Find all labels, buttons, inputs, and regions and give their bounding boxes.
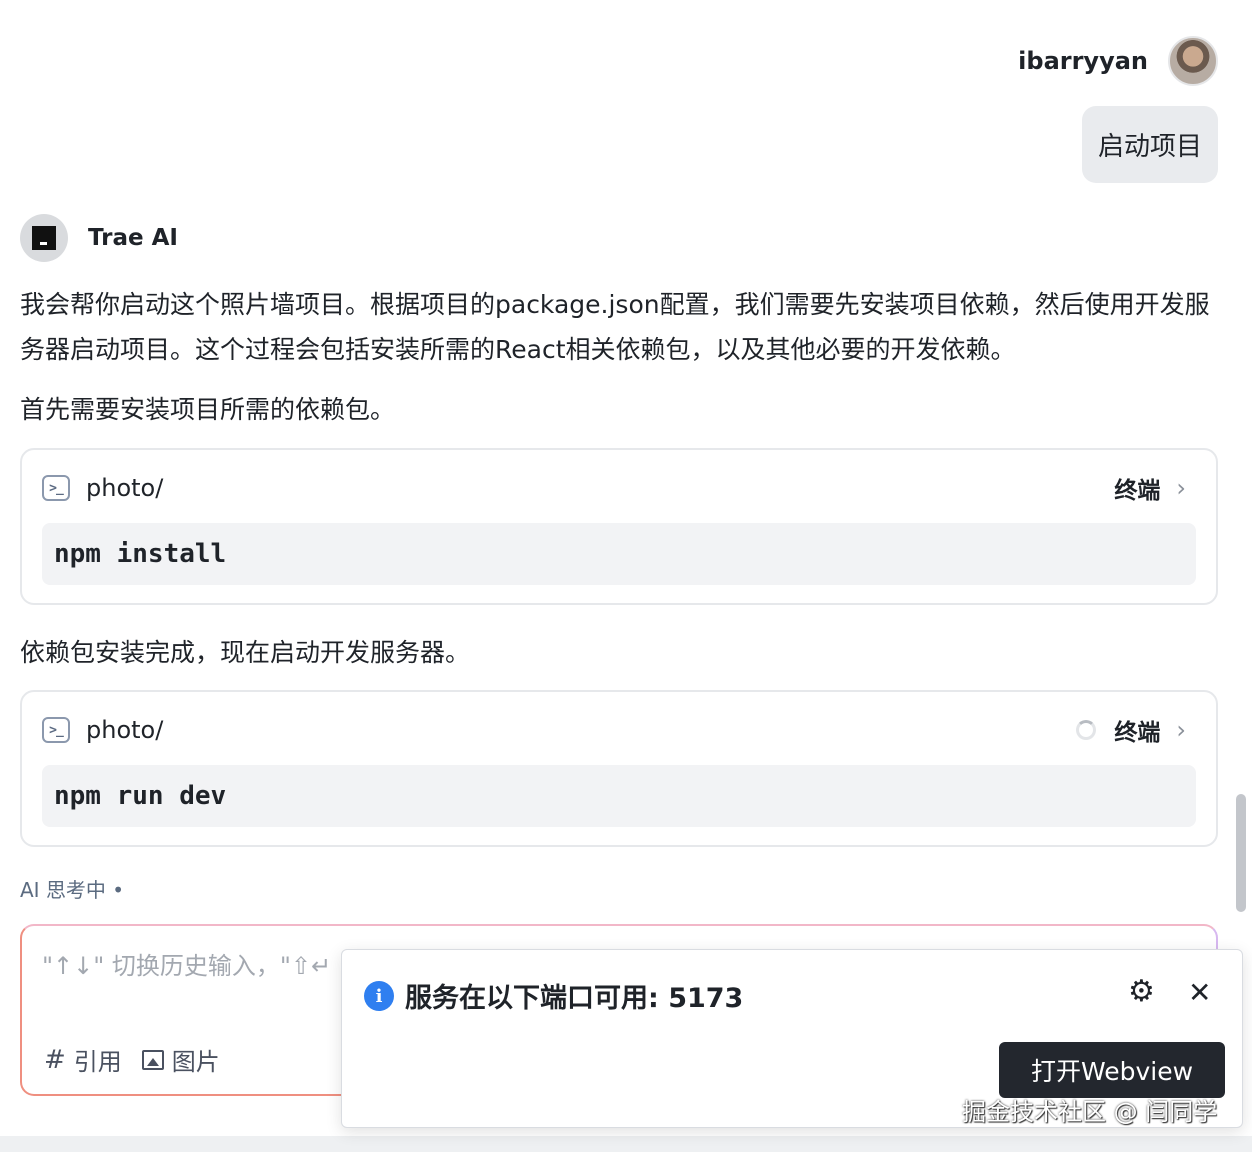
- terminal-card-header: >_ photo/ 终端 ›: [42, 712, 1186, 748]
- terminal-label: 终端: [1114, 478, 1161, 504]
- terminal-command: npm install: [42, 523, 1196, 585]
- user-message-bubble: 启动项目: [1081, 106, 1218, 183]
- quote-label: 引用: [73, 1048, 122, 1076]
- image-icon: [141, 1049, 164, 1070]
- ai-message-step2: 依赖包安装完成，现在启动开发服务器。: [20, 638, 471, 667]
- info-icon: i: [364, 981, 394, 1011]
- notification-message: 服务在以下端口可用: 5173: [405, 983, 744, 1014]
- watermark: 掘金技术社区 @ 闫同学: [962, 1098, 1218, 1126]
- scrollbar[interactable]: [1236, 794, 1246, 912]
- hash-icon: #: [44, 1044, 66, 1075]
- gear-icon[interactable]: ⚙: [1128, 974, 1155, 1009]
- quote-button[interactable]: # 引用: [44, 1042, 122, 1077]
- terminal-path: photo/: [86, 716, 164, 744]
- chat-panel: ibarryyan 启动项目 Trae AI 我会帮你启动这个照片墙项目。根据项…: [0, 0, 1252, 1152]
- ai-name: Trae AI: [88, 225, 178, 251]
- chat-input-placeholder[interactable]: "↑↓" 切换历史输入，"⇧↵: [42, 946, 342, 981]
- image-label: 图片: [171, 1048, 220, 1076]
- terminal-icon: >_: [42, 475, 70, 501]
- open-terminal-link[interactable]: 终端 ›: [1076, 713, 1186, 747]
- ai-thinking-status: AI 思考中 •: [20, 878, 125, 902]
- terminal-command: npm run dev: [42, 765, 1196, 827]
- user-name: ibarryyan: [1018, 47, 1148, 75]
- terminal-card: >_ photo/ 终端 › npm install: [20, 448, 1218, 605]
- user-header: ibarryyan: [1018, 36, 1218, 86]
- close-icon[interactable]: ✕: [1188, 976, 1211, 1009]
- open-terminal-link[interactable]: 终端 ›: [1114, 471, 1186, 505]
- ai-header: Trae AI: [20, 214, 178, 262]
- chevron-right-icon: ›: [1176, 716, 1186, 744]
- user-avatar: [1168, 36, 1218, 86]
- ai-message-intro: 我会帮你启动这个照片墙项目。根据项目的package.json配置，我们需要先安…: [20, 290, 1210, 364]
- terminal-icon: >_: [42, 717, 70, 743]
- trae-logo-icon: [32, 226, 56, 250]
- chevron-right-icon: ›: [1176, 474, 1186, 502]
- image-button[interactable]: 图片: [141, 1042, 220, 1077]
- ai-message-step1: 首先需要安装项目所需的依赖包。: [20, 395, 396, 424]
- ai-avatar: [20, 214, 68, 262]
- terminal-label: 终端: [1114, 720, 1161, 746]
- terminal-path: photo/: [86, 474, 164, 502]
- loading-spinner-icon: [1076, 720, 1097, 740]
- terminal-card-header: >_ photo/ 终端 ›: [42, 470, 1186, 506]
- bottom-bar: [0, 1136, 1252, 1152]
- input-toolbar: # 引用 图片: [44, 1042, 220, 1077]
- open-webview-button[interactable]: 打开Webview: [999, 1042, 1225, 1098]
- terminal-card: >_ photo/ 终端 › npm run dev: [20, 690, 1218, 847]
